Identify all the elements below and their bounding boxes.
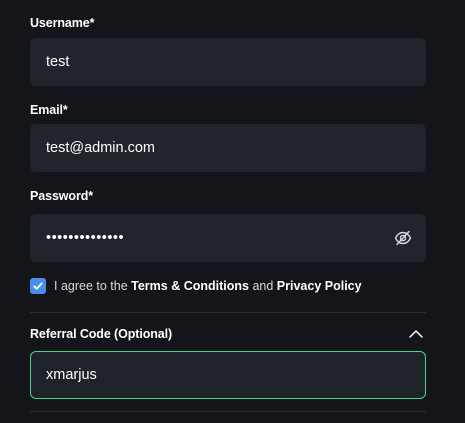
agreement-prefix: I agree to the [54, 279, 132, 293]
eye-slash-icon[interactable] [394, 229, 412, 247]
password-field[interactable] [30, 214, 426, 262]
terms-link[interactable]: Terms & Conditions [131, 279, 249, 293]
referral-input[interactable] [46, 367, 425, 383]
agreement-checkbox[interactable] [30, 278, 46, 294]
referral-toggle[interactable]: Referral Code (Optional) [30, 325, 426, 343]
chevron-up-icon [409, 330, 423, 338]
divider-bottom [30, 411, 426, 412]
privacy-link[interactable]: Privacy Policy [277, 279, 362, 293]
email-field[interactable] [30, 124, 426, 172]
username-field[interactable] [30, 38, 426, 86]
email-input[interactable] [46, 140, 426, 156]
agreement-text: I agree to the Terms & Conditions and Pr… [54, 279, 362, 293]
username-label: Username* [30, 16, 95, 30]
divider-top [30, 312, 426, 313]
agreement-row: I agree to the Terms & Conditions and Pr… [30, 277, 362, 295]
agreement-middle: and [248, 279, 277, 293]
password-input[interactable] [46, 230, 426, 246]
referral-label: Referral Code (Optional) [30, 327, 173, 341]
referral-field[interactable] [30, 351, 426, 399]
checkmark-icon [33, 282, 43, 290]
password-label: Password* [30, 189, 94, 203]
username-input[interactable] [46, 54, 426, 70]
email-label: Email* [30, 103, 68, 117]
